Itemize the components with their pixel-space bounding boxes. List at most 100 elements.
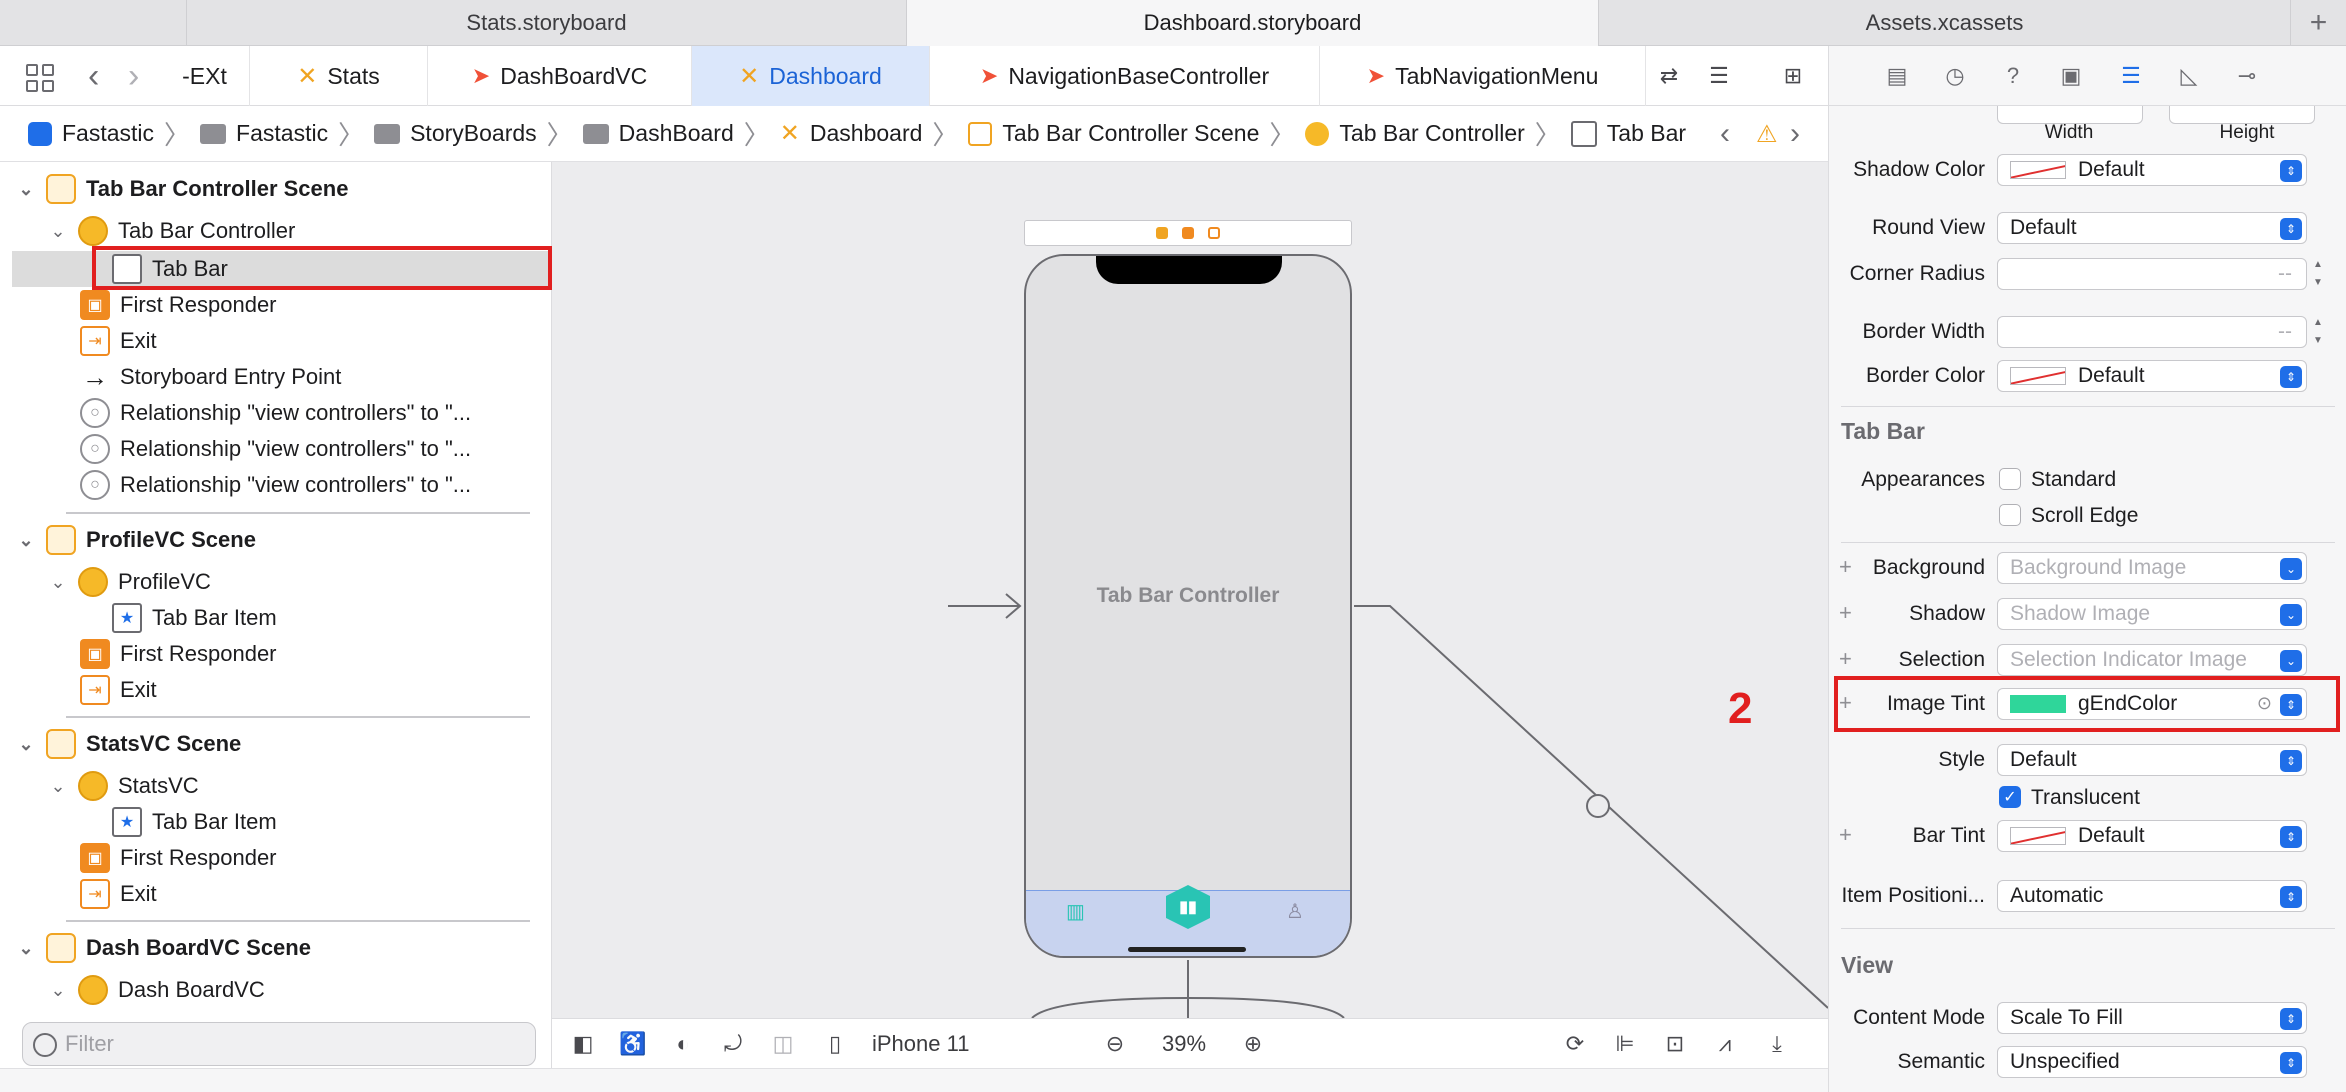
outline-item-relationship[interactable]: ○ Relationship "view controllers" to "...: [80, 395, 471, 431]
translucent-checkbox[interactable]: ✓: [1999, 786, 2021, 808]
background-image-combo[interactable]: Background Image ⌄: [1997, 552, 2307, 584]
connections-inspector-icon[interactable]: ⊸: [2231, 60, 2263, 92]
outline-item-exit[interactable]: ⇥ Exit: [80, 876, 157, 912]
dock-first-responder-icon[interactable]: [1182, 227, 1194, 239]
disclosure-open-icon[interactable]: ⌄: [16, 734, 36, 755]
breadcrumb-item[interactable]: Tab Bar: [1570, 120, 1686, 147]
embed-in-icon[interactable]: ⤓: [1762, 1029, 1792, 1059]
breadcrumb-item[interactable]: ✕ Dashboard: [780, 119, 923, 148]
outline-item-first-responder[interactable]: ▣ First Responder: [80, 840, 277, 876]
scroll-edge-checkbox[interactable]: [1999, 504, 2021, 526]
breadcrumb-item[interactable]: Fastastic: [28, 120, 154, 147]
border-width-stepper[interactable]: ▲ ▼: [2313, 316, 2333, 348]
hide-outline-icon[interactable]: ◧: [568, 1029, 598, 1059]
resolve-issues-icon[interactable]: ⩘: [1710, 1029, 1740, 1059]
segue-node-icon[interactable]: [1586, 794, 1610, 818]
file-tab-assets[interactable]: Assets.xcassets: [1598, 0, 2290, 46]
disclosure-open-icon[interactable]: ⌄: [16, 938, 36, 959]
zoom-out-icon[interactable]: ⊖: [1100, 1029, 1130, 1059]
disclosure-open-icon[interactable]: ⌄: [16, 179, 36, 200]
disclosure-open-icon[interactable]: ⌄: [16, 530, 36, 551]
tab-bar-controller-scene[interactable]: Tab Bar Controller ▥ ▮▮ ♙: [1024, 254, 1352, 958]
item-positioning-popup[interactable]: Automatic ⇕: [1997, 880, 2307, 912]
zoom-in-icon[interactable]: ⊕: [1238, 1029, 1268, 1059]
selection-image-combo[interactable]: Selection Indicator Image ⌄: [1997, 644, 2307, 676]
outline-item-first-responder[interactable]: ▣ First Responder: [80, 636, 277, 672]
style-popup[interactable]: Default ⇕: [1997, 744, 2307, 776]
breadcrumb-item[interactable]: Tab Bar Controller: [1305, 120, 1525, 147]
outline-item-exit[interactable]: ⇥ Exit: [80, 672, 157, 708]
outline-scene-dashboardvc[interactable]: ⌄ Dash BoardVC Scene: [16, 930, 311, 966]
scene-dock[interactable]: [1024, 220, 1352, 246]
identity-inspector-icon[interactable]: ▣: [2055, 60, 2087, 92]
outline-item-statsvc[interactable]: ⌄ StatsVC: [48, 768, 199, 804]
dock-controller-icon[interactable]: [1156, 227, 1168, 239]
orientation-icon[interactable]: ⤾: [718, 1029, 748, 1059]
outline-item-profilevc[interactable]: ⌄ ProfileVC: [48, 564, 211, 600]
bar-tint-popup[interactable]: Default ⇕: [1997, 820, 2307, 852]
add-constraints-icon[interactable]: ⊡: [1660, 1029, 1690, 1059]
round-view-popup[interactable]: Default ⇕: [1997, 212, 2307, 244]
add-tab-button[interactable]: +: [2290, 0, 2346, 46]
semantic-popup[interactable]: Unspecified ⇕: [1997, 1046, 2307, 1078]
editor-tab-dashboardvc[interactable]: ➤ DashBoardVC: [428, 46, 692, 106]
outline-item-relationship[interactable]: ○ Relationship "view controllers" to "...: [80, 467, 471, 503]
outline-item-entry-point[interactable]: → Storyboard Entry Point: [80, 359, 341, 395]
forward-chevron-icon[interactable]: ›: [128, 56, 139, 96]
outline-item-tab-bar-item[interactable]: ★ Tab Bar Item: [112, 600, 277, 636]
editor-tab-stats[interactable]: ✕ Stats: [250, 46, 428, 106]
storyboard-canvas[interactable]: Tab Bar Controller ▥ ▮▮ ♙: [552, 162, 1828, 1018]
outline-item-exit[interactable]: ⇥ Exit: [80, 323, 157, 359]
shadow-image-combo[interactable]: Shadow Image ⌄: [1997, 598, 2307, 630]
device-phone-icon[interactable]: ▯: [820, 1029, 850, 1059]
previous-issue-icon[interactable]: ‹: [1720, 114, 1730, 154]
update-frames-icon[interactable]: ⟳: [1560, 1029, 1590, 1059]
file-tab-dashboard-storyboard[interactable]: Dashboard.storyboard: [906, 0, 1598, 46]
corner-radius-stepper[interactable]: ▲ ▼: [2313, 258, 2333, 290]
breadcrumb-item[interactable]: Tab Bar Controller Scene: [968, 120, 1259, 147]
warning-icon[interactable]: ⚠: [1756, 120, 1778, 149]
border-color-popup[interactable]: Default ⇕: [1997, 360, 2307, 392]
appearance-icon[interactable]: ◐: [668, 1029, 698, 1059]
outline-scene-profilevc[interactable]: ⌄ ProfileVC Scene: [16, 522, 256, 558]
align-icon[interactable]: ⊫: [1610, 1029, 1640, 1059]
outline-filter-field[interactable]: Filter: [22, 1022, 536, 1066]
split-view-icon[interactable]: ◫: [768, 1029, 798, 1059]
accessibility-icon[interactable]: ♿: [618, 1029, 648, 1059]
disclosure-open-icon[interactable]: ⌄: [48, 572, 68, 593]
tab-bar-view[interactable]: ▥ ▮▮ ♙: [1026, 885, 1350, 956]
history-inspector-icon[interactable]: ◷: [1939, 60, 1971, 92]
corner-radius-field[interactable]: --: [1997, 258, 2307, 290]
outline-item-relationship[interactable]: ○ Relationship "view controllers" to "...: [80, 431, 471, 467]
editor-tab-dashboard[interactable]: ✕ Dashboard: [692, 46, 930, 106]
shadow-color-popup[interactable]: Default ⇕: [1997, 154, 2307, 186]
size-inspector-icon[interactable]: ◺: [2173, 60, 2205, 92]
editor-tab-navigationbasecontroller[interactable]: ➤ NavigationBaseController: [930, 46, 1320, 106]
standard-checkbox[interactable]: [1999, 468, 2021, 490]
help-inspector-icon[interactable]: ?: [1997, 60, 2029, 92]
outline-item-first-responder[interactable]: ▣ First Responder: [80, 287, 277, 323]
device-selector[interactable]: iPhone 11: [872, 1019, 969, 1069]
add-editor-icon[interactable]: ⊞: [1778, 61, 1808, 91]
editor-options-icon[interactable]: ☰: [1704, 61, 1734, 91]
editor-tab-ext[interactable]: -EXt: [160, 46, 250, 106]
dock-exit-icon[interactable]: [1208, 227, 1220, 239]
next-issue-icon[interactable]: ›: [1790, 114, 1800, 154]
content-mode-popup[interactable]: Scale To Fill ⇕: [1997, 1002, 2307, 1034]
breadcrumb-item[interactable]: Fastastic: [200, 120, 328, 147]
outline-scene-statsvc[interactable]: ⌄ StatsVC Scene: [16, 726, 241, 762]
outline-item-tab-bar-controller[interactable]: ⌄ Tab Bar Controller: [48, 213, 295, 249]
swap-arrows-icon[interactable]: ⇄: [1654, 61, 1684, 91]
disclosure-open-icon[interactable]: ⌄: [48, 980, 68, 1001]
border-width-field[interactable]: --: [1997, 316, 2307, 348]
outline-scene-tab-bar-controller[interactable]: ⌄ Tab Bar Controller Scene: [16, 171, 348, 207]
outline-item-dashboardvc[interactable]: ⌄ Dash BoardVC: [48, 972, 265, 1008]
outline-item-tab-bar-item[interactable]: ★ Tab Bar Item: [112, 804, 277, 840]
file-tab-stats-storyboard[interactable]: Stats.storyboard: [186, 0, 906, 46]
disclosure-open-icon[interactable]: ⌄: [48, 221, 68, 242]
back-chevron-icon[interactable]: ‹: [88, 56, 99, 96]
breadcrumb-item[interactable]: DashBoard: [582, 120, 734, 147]
attributes-inspector-icon[interactable]: ☰: [2115, 60, 2147, 92]
editor-tab-tabnavigationmenu[interactable]: ➤ TabNavigationMenu: [1320, 46, 1646, 106]
file-inspector-icon[interactable]: ▤: [1881, 60, 1913, 92]
